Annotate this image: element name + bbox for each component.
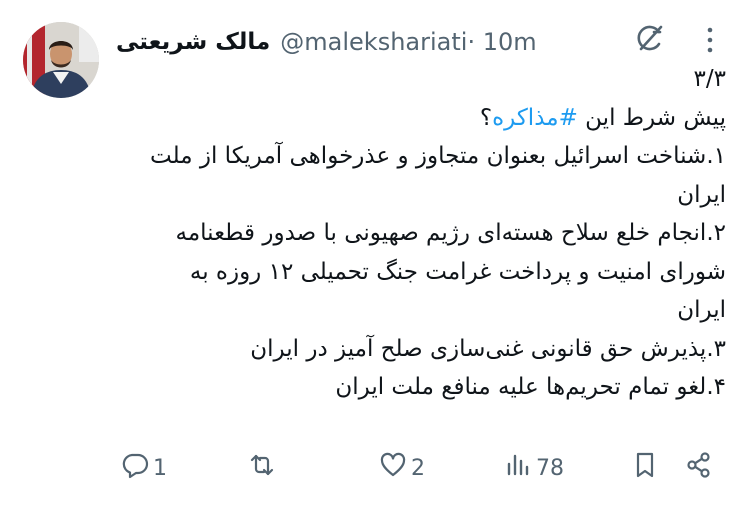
tweet-header: مالک شریعتی @malekshariati · 10m <box>116 22 710 62</box>
heart-icon <box>378 450 408 486</box>
tweet-line: شورای امنیت و پرداخت غرامت جنگ تحمیلی ۱۲… <box>189 258 726 285</box>
share-button[interactable] <box>684 450 714 486</box>
repost-icon <box>247 450 277 486</box>
hashtag-link[interactable]: #مذاکره <box>492 105 578 131</box>
like-count: 2 <box>411 455 425 481</box>
like-button[interactable]: 2 <box>378 450 425 486</box>
tweet-line: ۱.شناخت اسرائیل بعنوان متجاوز و عذرخواهی… <box>150 143 726 169</box>
thread-index: ۳/۳ <box>693 66 726 92</box>
share-icon <box>684 450 714 486</box>
views-count: 78 <box>536 455 564 481</box>
views-icon <box>503 450 533 486</box>
bookmark-button[interactable] <box>630 450 660 486</box>
tweet-line: ایران <box>677 297 726 323</box>
tweet-line: ایران <box>677 181 726 208</box>
tweet-line: ۲.انجام خلع سلاح هسته‌ای رژیم صهیونی با … <box>175 220 726 246</box>
bookmark-icon <box>630 450 660 486</box>
tweet-intro-line: پیش شرط این #مذاکره؟ <box>112 99 726 138</box>
avatar[interactable] <box>23 22 99 98</box>
tweet-timestamp[interactable]: · 10m <box>467 28 536 56</box>
action-bar: 1 2 78 <box>0 450 750 500</box>
more-icon[interactable] <box>700 22 720 58</box>
intro-text: پیش شرط این <box>585 104 726 131</box>
reply-count: 1 <box>153 455 167 481</box>
reply-button[interactable]: 1 <box>120 450 167 486</box>
grok-icon[interactable] <box>632 20 668 56</box>
tweet-text: ۳/۳ پیش شرط این #مذاکره؟ ۱.شناخت اسرائیل… <box>112 60 726 407</box>
repost-button[interactable] <box>247 450 280 486</box>
reply-icon <box>120 450 150 486</box>
author-name[interactable]: مالک شریعتی <box>116 29 270 55</box>
tweet-line: ۳.پذیرش حق قانونی غنی‌سازی صلح آمیز در ا… <box>250 335 726 362</box>
author-handle[interactable]: @malekshariati <box>280 28 467 56</box>
tweet-line: ۴.لغو تمام تحریم‌ها علیه منافع ملت ایران <box>335 374 726 400</box>
intro-question-mark: ؟ <box>479 104 493 131</box>
views-button[interactable]: 78 <box>503 450 564 486</box>
